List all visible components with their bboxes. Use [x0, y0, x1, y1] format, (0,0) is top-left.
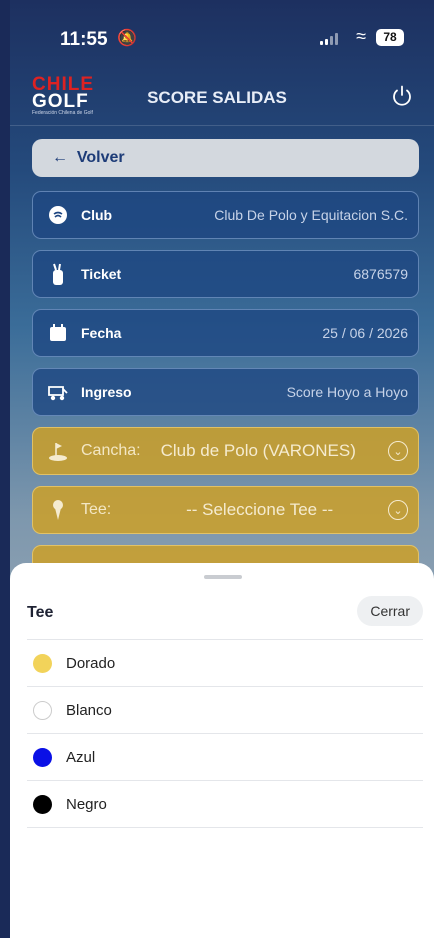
field-club: Club Club De Polo y Equitacion S.C.	[32, 191, 419, 239]
wifi-icon: ≈	[356, 26, 366, 46]
tee-option-negro[interactable]: Negro	[27, 781, 423, 828]
tee-option-azul[interactable]: Azul	[27, 734, 423, 781]
arrow-left-icon: ←	[52, 149, 68, 166]
calendar-icon	[47, 322, 69, 344]
silent-bell-icon: 🔕	[117, 30, 137, 47]
status-bar: 11:55 🔕 ≈ 78	[10, 0, 434, 64]
chevron-down-icon: ⌄	[388, 441, 408, 461]
app-header: CHILE GOLF Federación Chilena de Golf SC…	[10, 70, 434, 126]
back-label: Volver	[76, 149, 125, 166]
chevron-down-icon: ⌄	[388, 500, 408, 520]
status-time: 11:55	[60, 29, 108, 50]
color-dot-icon	[33, 653, 52, 673]
tee-select[interactable]: Tee: -- Seleccione Tee -- ⌄	[32, 486, 419, 534]
tee-option-blanco[interactable]: Blanco	[27, 687, 423, 734]
golf-cart-icon	[47, 381, 69, 403]
tee-bottom-sheet: Tee Cerrar Dorado Blanco Azul Negro	[10, 563, 434, 938]
golf-flag-icon	[47, 440, 69, 462]
signal-icon	[320, 33, 338, 45]
color-dot-icon	[33, 700, 52, 720]
sheet-title: Tee	[27, 604, 54, 621]
field-fecha: Fecha 25 / 06 / 2026	[32, 309, 419, 357]
close-button[interactable]: Cerrar	[357, 596, 423, 626]
sheet-grabber[interactable]	[204, 575, 242, 579]
back-button[interactable]: ← Volver	[32, 139, 419, 177]
shield-icon	[47, 204, 69, 226]
battery-icon: 78	[376, 29, 404, 46]
field-ingreso: Ingreso Score Hoyo a Hoyo	[32, 368, 419, 416]
field-ticket: Ticket 6876579	[32, 250, 419, 298]
tee-option-dorado[interactable]: Dorado	[27, 640, 423, 687]
power-icon[interactable]	[390, 84, 414, 108]
cancha-select[interactable]: Cancha: Club de Polo (VARONES) ⌄	[32, 427, 419, 475]
color-dot-icon	[33, 794, 52, 814]
color-dot-icon	[33, 747, 52, 767]
golf-bag-icon	[47, 263, 69, 285]
page-title: SCORE SALIDAS	[147, 88, 287, 107]
tee-options-list: Dorado Blanco Azul Negro	[27, 639, 423, 828]
left-edge	[0, 0, 10, 938]
golf-tee-icon	[47, 499, 69, 521]
